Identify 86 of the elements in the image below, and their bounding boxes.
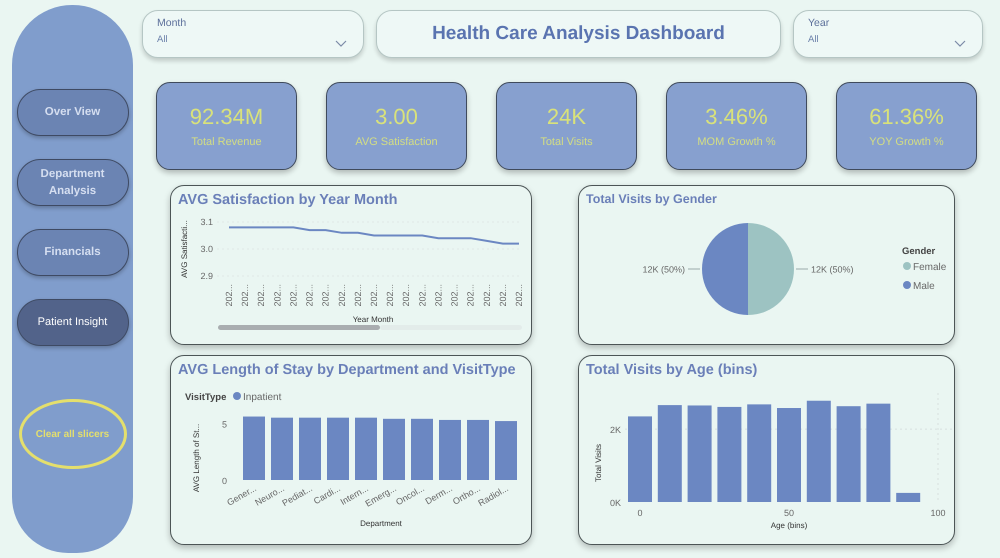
tick-label: 202... <box>336 284 347 307</box>
legend-title: VisitType <box>185 392 226 403</box>
tick-label: 202... <box>433 284 444 307</box>
axis-title: Department <box>360 519 402 528</box>
tick-label: 202... <box>272 284 282 307</box>
bar <box>327 418 349 480</box>
bar <box>243 416 265 480</box>
kpi-label: YOY Growth % <box>869 136 944 148</box>
legend-title: Gender <box>902 246 936 257</box>
tick-label: 3.1 <box>200 217 213 227</box>
tick-label: 202... <box>256 284 266 307</box>
kpi-value: 24K <box>546 104 586 130</box>
slicer-value: All <box>808 34 819 45</box>
nav-button[interactable]: Department Analysis <box>16 159 128 206</box>
kpi-label: Total Revenue <box>191 136 262 148</box>
tick-label: Derm... <box>423 483 454 506</box>
nav-button[interactable]: Over View <box>16 89 128 136</box>
kpi-value: 92.34M <box>190 104 264 130</box>
chart-title: Total Visits by Age (bins) <box>586 362 758 378</box>
tick-label: 50 <box>784 508 794 518</box>
chart-title: AVG Satisfaction by Year Month <box>178 192 398 208</box>
axis-title: AVG Length of St... <box>192 424 201 492</box>
kpi-value: 3.00 <box>375 104 418 130</box>
tick-label: 202... <box>466 284 476 307</box>
data-label: 12K (50%) <box>642 264 685 274</box>
tick-label: 0 <box>222 476 227 486</box>
bar <box>495 421 517 480</box>
tick-label: 202... <box>352 284 363 307</box>
tick-label: 202... <box>385 284 396 307</box>
tick-label: 202... <box>224 284 234 307</box>
leader-line <box>796 268 808 270</box>
tick-label: 0K <box>610 498 621 508</box>
bar <box>271 418 293 480</box>
bar <box>355 418 377 480</box>
kpi-label: AVG Satisfaction <box>355 136 438 148</box>
axis-title: Year Month <box>352 315 394 324</box>
tick-label: 202... <box>482 284 492 307</box>
kpi-value: 61.36% <box>869 104 944 130</box>
chevron-down-icon <box>954 40 966 47</box>
tick-label: 202... <box>401 284 412 307</box>
bar <box>896 492 920 502</box>
slicer-value: All <box>157 34 168 45</box>
nav-button[interactable]: Patient Insight <box>16 299 128 346</box>
tick-label: 100 <box>930 508 946 518</box>
tick-label: 202... <box>450 284 460 307</box>
slicer-label: Year <box>808 17 830 29</box>
clear-slicers-button[interactable]: Clear all slicers <box>18 399 126 469</box>
leader-line <box>688 268 700 270</box>
year-slicer[interactable]: Year All <box>793 10 983 58</box>
tick-label: 5 <box>222 419 227 430</box>
legend-label: Female <box>913 262 946 273</box>
chart-title: Total Visits by Gender <box>586 192 717 206</box>
axis-title: Total Visits <box>594 444 603 482</box>
bar <box>411 418 433 480</box>
axis-title: Age (bins) <box>770 521 808 530</box>
tick-label: Cardi... <box>312 483 342 506</box>
tick-label: 202... <box>240 284 250 307</box>
chevron-down-icon <box>335 40 347 47</box>
tick-label: 3.0 <box>200 244 213 254</box>
bar <box>467 420 489 480</box>
tick-label: 0 <box>638 508 642 518</box>
scrollbar-thumb[interactable] <box>218 325 380 330</box>
kpi-label: Total Visits <box>540 136 593 148</box>
kpi-label: MOM Growth % <box>697 136 776 148</box>
tick-label: 202... <box>369 284 379 307</box>
tick-label: 202... <box>498 284 508 307</box>
tick-label: 202... <box>304 284 315 307</box>
tick-label: 202... <box>320 284 331 307</box>
bar <box>383 418 405 480</box>
month-slicer[interactable]: Month All <box>142 10 364 58</box>
slicer-label: Month <box>157 17 186 29</box>
kpi-value: 3.46% <box>705 104 768 130</box>
tick-label: 202... <box>417 284 428 307</box>
data-label: 12K (50%) <box>811 264 854 274</box>
tick-label: 2.9 <box>200 271 213 281</box>
bar <box>439 420 461 480</box>
legend-label: Male <box>913 281 935 292</box>
tick-label: 202... <box>514 284 524 307</box>
tick-label: 202... <box>288 284 298 307</box>
legend-label: Inpatient <box>243 392 282 403</box>
nav-button[interactable]: Financials <box>16 229 128 276</box>
tick-label: 2K <box>610 425 621 436</box>
axis-title: AVG Satisfacti... <box>180 220 189 278</box>
bar <box>299 418 321 480</box>
dashboard-title: Health Care Analysis Dashboard <box>432 23 725 45</box>
chart-title: AVG Length of Stay by Department and VisitType <box>178 362 516 378</box>
